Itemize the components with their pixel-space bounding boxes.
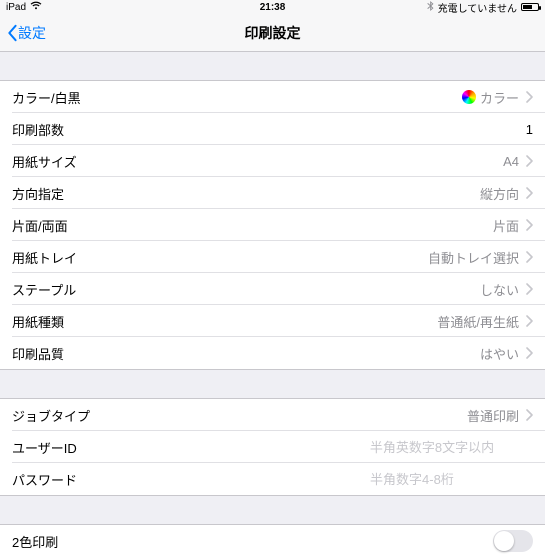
row-duplex[interactable]: 片面/両面 片面 <box>0 209 545 241</box>
row-job-type[interactable]: ジョブタイプ 普通印刷 <box>0 399 545 431</box>
row-orientation[interactable]: 方向指定 縦方向 <box>0 177 545 209</box>
two-color-toggle[interactable] <box>493 530 533 552</box>
label-tray: 用紙トレイ <box>12 248 77 267</box>
row-quality[interactable]: 印刷品質 はやい <box>0 337 545 369</box>
user-id-input[interactable] <box>370 440 533 455</box>
chevron-right-icon <box>525 219 533 231</box>
value-tray: 自動トレイ選択 <box>428 248 519 267</box>
chevron-right-icon <box>525 315 533 327</box>
password-input[interactable] <box>370 472 533 487</box>
label-job-type: ジョブタイプ <box>12 406 90 425</box>
page-title: 印刷設定 <box>0 23 545 43</box>
value-duplex: 片面 <box>493 216 519 235</box>
label-two-color: 2色印刷 <box>12 532 58 551</box>
chevron-right-icon <box>525 347 533 359</box>
settings-group-2: ジョブタイプ 普通印刷 ユーザーID パスワード <box>0 398 545 496</box>
value-paper-size: A4 <box>503 154 519 169</box>
chevron-right-icon <box>525 187 533 199</box>
label-paper-size: 用紙サイズ <box>12 152 77 171</box>
chevron-right-icon <box>525 409 533 421</box>
value-color: カラー <box>480 88 519 107</box>
value-job-type: 普通印刷 <box>467 406 519 425</box>
label-paper-type: 用紙種類 <box>12 312 64 331</box>
value-staple: しない <box>480 280 519 299</box>
label-quality: 印刷品質 <box>12 344 64 363</box>
label-duplex: 片面/両面 <box>12 216 68 235</box>
nav-bar: 設定 印刷設定 <box>0 14 545 52</box>
label-copies: 印刷部数 <box>12 120 64 139</box>
value-quality: はやい <box>480 344 519 363</box>
color-wheel-icon <box>462 90 476 104</box>
value-paper-type: 普通紙/再生紙 <box>437 312 519 331</box>
chevron-right-icon <box>525 251 533 263</box>
row-password: パスワード <box>0 463 545 495</box>
label-staple: ステープル <box>12 280 76 299</box>
row-tray[interactable]: 用紙トレイ 自動トレイ選択 <box>0 241 545 273</box>
label-user-id: ユーザーID <box>12 438 77 457</box>
label-color: カラー/白黒 <box>12 88 81 107</box>
row-color[interactable]: カラー/白黒 カラー <box>0 81 545 113</box>
status-time: 21:38 <box>0 2 545 13</box>
label-password: パスワード <box>12 470 77 489</box>
settings-group-1: カラー/白黒 カラー 印刷部数 1 用紙サイズ A4 方向指定 縦方向 片面/両… <box>0 80 545 370</box>
battery-icon <box>521 3 539 11</box>
row-paper-size[interactable]: 用紙サイズ A4 <box>0 145 545 177</box>
row-two-color: 2色印刷 <box>0 525 545 554</box>
label-orientation: 方向指定 <box>12 184 64 203</box>
chevron-right-icon <box>525 155 533 167</box>
row-paper-type[interactable]: 用紙種類 普通紙/再生紙 <box>0 305 545 337</box>
chevron-right-icon <box>525 283 533 295</box>
value-orientation: 縦方向 <box>480 184 519 203</box>
settings-group-3: 2色印刷 <box>0 524 545 554</box>
value-copies: 1 <box>526 122 533 137</box>
row-copies[interactable]: 印刷部数 1 <box>0 113 545 145</box>
chevron-right-icon <box>525 91 533 103</box>
row-user-id: ユーザーID <box>0 431 545 463</box>
status-bar: iPad 21:38 充電していません <box>0 0 545 14</box>
row-staple[interactable]: ステープル しない <box>0 273 545 305</box>
